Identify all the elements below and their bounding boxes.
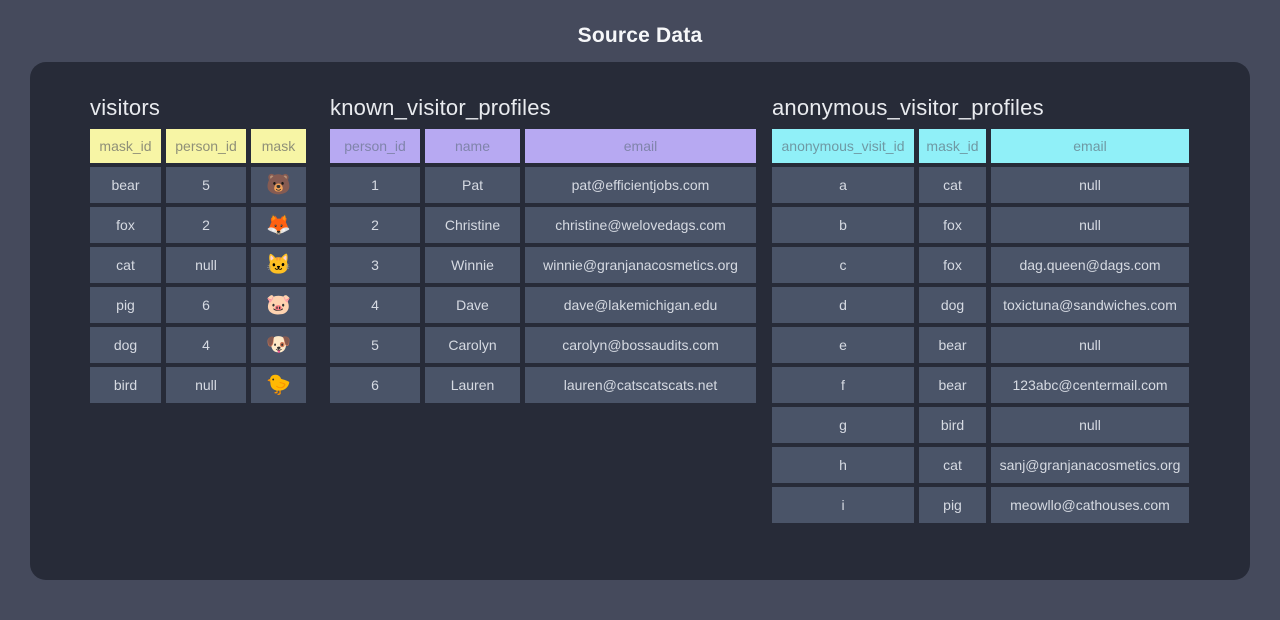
table-cell: 2: [166, 207, 246, 243]
column-header-anonymous_visit_id: anonymous_visit_id: [772, 129, 914, 163]
table-cell: h: [772, 447, 914, 483]
column-header-name: name: [425, 129, 520, 163]
mask-emoji: 🐱: [251, 247, 306, 283]
mask-emoji: 🐻: [251, 167, 306, 203]
table-cell: null: [166, 247, 246, 283]
column-header-person_id: person_id: [330, 129, 420, 163]
table-cell: b: [772, 207, 914, 243]
table-cell: dog: [919, 287, 986, 323]
table-known-visitor-profiles: known_visitor_profiles person_idnameemai…: [330, 95, 756, 403]
stage: Source Data visitors mask_idperson_idmas…: [0, 0, 1280, 620]
table-cell: e: [772, 327, 914, 363]
column-header-email: email: [525, 129, 756, 163]
table-cell: Dave: [425, 287, 520, 323]
table-cell: dag.queen@dags.com: [991, 247, 1189, 283]
table-cell: bear: [919, 367, 986, 403]
table-cell: 4: [330, 287, 420, 323]
table-cell: christine@welovedags.com: [525, 207, 756, 243]
table-cell: cat: [919, 447, 986, 483]
table-cell: winnie@granjanacosmetics.org: [525, 247, 756, 283]
mask-emoji: 🐷: [251, 287, 306, 323]
page-title: Source Data: [0, 24, 1280, 48]
table-cell: c: [772, 247, 914, 283]
table-cell: lauren@catscatscats.net: [525, 367, 756, 403]
table-cell: null: [991, 407, 1189, 443]
table-cell: fox: [919, 247, 986, 283]
table-cell: dave@lakemichigan.edu: [525, 287, 756, 323]
table-cell: pig: [90, 287, 161, 323]
table-cell: 5: [166, 167, 246, 203]
table-cell: null: [991, 167, 1189, 203]
table-cell: 5: [330, 327, 420, 363]
column-header-person_id: person_id: [166, 129, 246, 163]
table-cell: dog: [90, 327, 161, 363]
table-cell: g: [772, 407, 914, 443]
table-cell: 3: [330, 247, 420, 283]
table-cell: Carolyn: [425, 327, 520, 363]
table-cell: cat: [90, 247, 161, 283]
table-cell: 1: [330, 167, 420, 203]
table-cell: d: [772, 287, 914, 323]
mask-emoji: 🐤: [251, 367, 306, 403]
table-cell: bear: [919, 327, 986, 363]
table-grid: anonymous_visit_idmask_idemailacatnullbf…: [772, 129, 1189, 523]
table-cell: 6: [166, 287, 246, 323]
column-header-mask_id: mask_id: [919, 129, 986, 163]
column-header-mask: mask: [251, 129, 306, 163]
table-cell: Lauren: [425, 367, 520, 403]
table-cell: 6: [330, 367, 420, 403]
table-cell: null: [991, 207, 1189, 243]
table-cell: Winnie: [425, 247, 520, 283]
table-grid: person_idnameemail 1Patpat@efficientjobs.…: [330, 129, 756, 403]
table-cell: meowllo@cathouses.com: [991, 487, 1189, 523]
table-cell: f: [772, 367, 914, 403]
data-panel: visitors mask_idperson_idmaskbear5🐻fox2🦊…: [30, 62, 1250, 580]
column-header-email: email: [991, 129, 1189, 163]
table-anonymous-visitor-profiles: anonymous_visitor_profiles anonymous_vis…: [772, 95, 1189, 523]
table-cell: a: [772, 167, 914, 203]
table-cell: pat@efficientjobs.com: [525, 167, 756, 203]
table-cell: fox: [90, 207, 161, 243]
table-cell: 123abc@centermail.com: [991, 367, 1189, 403]
table-cell: fox: [919, 207, 986, 243]
mask-emoji: 🐶: [251, 327, 306, 363]
table-title: known_visitor_profiles: [330, 95, 756, 121]
column-header-mask_id: mask_id: [90, 129, 161, 163]
table-cell: Pat: [425, 167, 520, 203]
table-cell: null: [166, 367, 246, 403]
table-title: visitors: [90, 95, 306, 121]
table-cell: bird: [919, 407, 986, 443]
table-cell: carolyn@bossaudits.com: [525, 327, 756, 363]
table-cell: null: [991, 327, 1189, 363]
table-grid: mask_idperson_idmaskbear5🐻fox2🦊catnull🐱p…: [90, 129, 306, 403]
table-cell: cat: [919, 167, 986, 203]
table-visitors: visitors mask_idperson_idmask bear5🐻 fox2🦊…: [90, 95, 306, 403]
table-cell: bear: [90, 167, 161, 203]
table-cell: Christine: [425, 207, 520, 243]
table-cell: toxictuna@sandwiches.com: [991, 287, 1189, 323]
table-cell: sanj@granjanacosmetics.org: [991, 447, 1189, 483]
mask-emoji: 🦊: [251, 207, 306, 243]
table-cell: i: [772, 487, 914, 523]
table-cell: bird: [90, 367, 161, 403]
table-title: anonymous_visitor_profiles: [772, 95, 1189, 121]
table-cell: pig: [919, 487, 986, 523]
table-cell: 2: [330, 207, 420, 243]
table-cell: 4: [166, 327, 246, 363]
